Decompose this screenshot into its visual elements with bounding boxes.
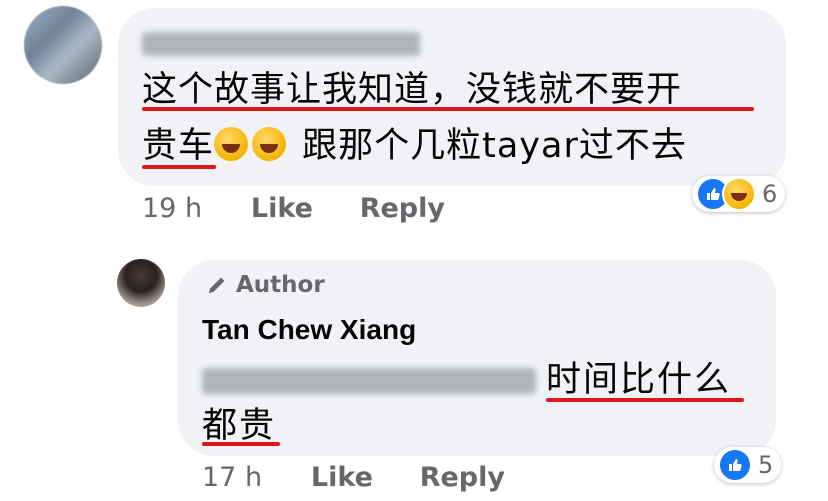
timestamp[interactable]: 19 h: [142, 193, 202, 224]
rofl-emoji-icon: [252, 127, 287, 161]
reply-button[interactable]: Reply: [420, 462, 505, 493]
author-badge: Author: [204, 272, 325, 298]
like-button[interactable]: Like: [251, 193, 313, 224]
reaction-summary[interactable]: 6: [692, 176, 786, 212]
avatar[interactable]: [24, 6, 102, 84]
author-name[interactable]: Tan Chew Xiang: [202, 314, 416, 346]
reaction-count: 5: [758, 451, 774, 479]
red-underline: [202, 442, 280, 446]
haha-icon: [722, 177, 756, 211]
red-underline: [546, 398, 744, 402]
comment-actions: 17 h Like Reply: [202, 462, 505, 493]
pencil-icon: [204, 272, 230, 298]
like-button[interactable]: Like: [311, 462, 373, 493]
comment-text-segment: 贵车: [142, 126, 215, 166]
timestamp[interactable]: 17 h: [202, 462, 262, 493]
like-icon: [718, 448, 752, 482]
comment-text-line-2: 贵车 跟那个几粒tayar过不去: [142, 118, 687, 174]
reaction-count: 6: [762, 180, 778, 208]
comment-actions: 19 h Like Reply: [142, 193, 445, 224]
avatar[interactable]: [117, 259, 165, 307]
rofl-emoji-icon: [214, 127, 249, 161]
comment-text-segment: 跟那个几粒tayar过不去: [290, 126, 687, 166]
red-underline: [142, 107, 754, 111]
red-underline: [142, 165, 216, 169]
blurred-author-name[interactable]: [142, 32, 420, 56]
blurred-mention[interactable]: [202, 368, 536, 394]
reaction-summary[interactable]: 5: [714, 447, 782, 483]
reply-button[interactable]: Reply: [360, 193, 445, 224]
author-badge-label: Author: [236, 272, 325, 298]
